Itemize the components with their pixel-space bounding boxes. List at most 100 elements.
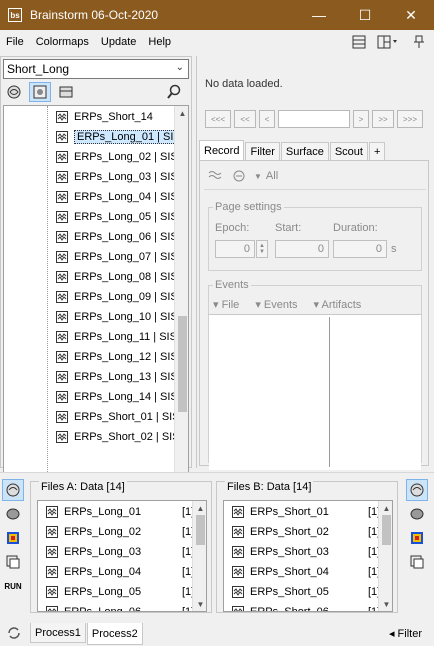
epoch-spinner[interactable]: ▲ ▼ (256, 240, 268, 258)
nav-next-button[interactable]: > (353, 110, 369, 128)
file-list-item[interactable]: ERPs_Long_06 [1] (46, 603, 204, 611)
tree-item[interactable]: ERPs_Long_02 | SIS (56, 148, 178, 166)
events-menu-file[interactable]: ▾ File (213, 298, 247, 311)
tab-surface[interactable]: Surface (280, 142, 329, 160)
matrix-filter-icon[interactable] (2, 551, 24, 573)
file-list-item[interactable]: ERPs_Short_02 [1] (232, 523, 390, 541)
menu-help[interactable]: Help (142, 36, 177, 48)
tree-item-label: ERPs_Long_09 | SIS (74, 291, 178, 303)
file-list-item[interactable]: ERPs_Short_03 [1] (232, 543, 390, 561)
montage-selection[interactable]: All (266, 170, 278, 182)
scroll-thumb[interactable] (178, 316, 187, 412)
menu-file[interactable]: File (0, 36, 30, 48)
database-tree: ERPs_Short_14 ERPs_Long_01 | SIS ERPs_Long… (3, 105, 189, 505)
minimize-button[interactable]: — (296, 0, 342, 30)
file-list-item[interactable]: ERPs_Short_04 [1] (232, 563, 390, 581)
data-filter-icon[interactable] (2, 479, 24, 501)
subject-view-icon[interactable] (29, 82, 51, 102)
montage-dropdown-arrow-icon[interactable]: ▼ (254, 172, 262, 181)
filter-button[interactable]: ◂ Filter (389, 627, 422, 640)
duration-field[interactable]: 0 (333, 240, 387, 258)
tree-item[interactable]: ERPs_Long_05 | SIS (56, 208, 178, 226)
tree-item[interactable]: ERPs_Short_01 | SIS (56, 408, 180, 426)
timefreq-filter-icon[interactable] (2, 527, 24, 549)
events-menu-bar: ▾ File ▾ Events ▾ Artifacts (213, 296, 377, 312)
close-button[interactable]: ✕ (388, 0, 434, 30)
montage-icon[interactable] (230, 168, 248, 184)
view-toolbar (3, 81, 189, 103)
waves-icon[interactable] (206, 168, 224, 184)
sources-filter-b-icon[interactable] (406, 503, 428, 525)
layout-manager-icon[interactable] (348, 33, 370, 51)
search-icon[interactable] (163, 82, 185, 102)
tree-item[interactable]: ERPs_Long_07 | SIS (56, 248, 178, 266)
tree-item[interactable]: ERPs_Short_14 (56, 108, 153, 126)
tree-item[interactable]: ERPs_Long_03 | SIS (56, 168, 178, 186)
events-menu-events[interactable]: ▾ Events (255, 298, 305, 311)
files-b-scrollbar[interactable]: ▲ ▼ (378, 501, 392, 611)
record-panel: No data loaded. <<< << < > >> >>> Record… (196, 56, 432, 470)
nav-prev-page-button[interactable]: << (234, 110, 256, 128)
file-list-item[interactable]: ERPs_Long_03 [1] (46, 543, 204, 561)
file-name: ERPs_Long_05 (64, 586, 142, 598)
tab-add[interactable]: + (368, 142, 386, 160)
events-list[interactable] (209, 314, 421, 470)
tree-item[interactable]: ERPs_Long_14 | SIS (56, 388, 178, 406)
file-list-item[interactable]: ERPs_Short_06 [1] (232, 603, 390, 611)
reload-icon[interactable] (4, 623, 24, 643)
file-list-item[interactable]: ERPs_Long_05 [1] (46, 583, 204, 601)
file-list-item[interactable]: ERPs_Short_01 [1] (232, 503, 390, 521)
pin-icon[interactable] (408, 33, 430, 51)
tree-item[interactable]: ERPs_Long_10 | SIS (56, 308, 178, 326)
tree-item[interactable]: ERPs_Long_08 | SIS (56, 268, 178, 286)
nav-last-button[interactable]: >>> (397, 110, 423, 128)
tab-filter[interactable]: Filter (245, 142, 280, 160)
tree-item[interactable]: ERPs_Long_04 | SIS (56, 188, 178, 206)
tab-scout[interactable]: Scout (329, 142, 368, 160)
nav-prev-button[interactable]: < (259, 110, 275, 128)
data-filter-b-icon[interactable] (406, 479, 428, 501)
tree-item[interactable]: ERPs_Long_12 | SIS (56, 348, 178, 366)
menu-colormaps[interactable]: Colormaps (30, 36, 95, 48)
timefreq-filter-b-icon[interactable] (406, 527, 428, 549)
tab-record[interactable]: Record (199, 140, 245, 160)
scroll-up-icon[interactable]: ▲ (193, 501, 206, 515)
epoch-field[interactable]: 0 (215, 240, 255, 258)
tree-item[interactable]: ERPs_Short_02 | SIS (56, 428, 180, 446)
tree-item[interactable]: ERPs_Long_11 | SIS (56, 328, 177, 346)
current-time-field[interactable] (278, 110, 350, 128)
protocol-dropdown[interactable]: Short_Long ⌄ (3, 59, 189, 79)
tree-item[interactable]: ERPs_Long_09 | SIS (56, 288, 178, 306)
file-list-item[interactable]: ERPs_Short_05 [1] (232, 583, 390, 601)
nav-first-button[interactable]: <<< (205, 110, 231, 128)
events-menu-artifacts[interactable]: ▾ Artifacts (314, 298, 370, 311)
scroll-thumb[interactable] (382, 515, 391, 545)
scroll-up-icon[interactable]: ▲ (379, 501, 392, 515)
tree-vertical-scrollbar[interactable]: ▲ ▼ (174, 106, 188, 504)
menu-update[interactable]: Update (95, 36, 142, 48)
scroll-up-icon[interactable]: ▲ (175, 106, 188, 120)
files-b-box: Files B: Data [14] ERPs_Short_01 [1] ERPs_… (216, 481, 398, 613)
file-list-item[interactable]: ERPs_Long_04 [1] (46, 563, 204, 581)
tab-process2[interactable]: Process2 (86, 623, 143, 645)
tree-item[interactable]: ERPs_Long_01 | SIS (56, 128, 184, 146)
scroll-thumb[interactable] (196, 515, 205, 545)
maximize-button[interactable]: ☐ (342, 0, 388, 30)
scroll-down-icon[interactable]: ▼ (379, 597, 392, 611)
run-button[interactable]: RUN (2, 575, 24, 597)
database-explorer-panel: Short_Long ⌄ ERPs_Short_14 ERPs_Long_01 |… (0, 56, 192, 523)
tab-process1[interactable]: Process1 (30, 623, 86, 643)
file-list-item[interactable]: ERPs_Long_01 [1] (46, 503, 204, 521)
file-list-item[interactable]: ERPs_Long_02 [1] (46, 523, 204, 541)
sources-filter-icon[interactable] (2, 503, 24, 525)
functional-view-icon[interactable] (3, 82, 25, 102)
scroll-down-icon[interactable]: ▼ (193, 597, 206, 611)
tree-item[interactable]: ERPs_Long_06 | SIS (56, 228, 178, 246)
files-a-scrollbar[interactable]: ▲ ▼ (192, 501, 206, 611)
window-layout-dropdown-icon[interactable] (374, 33, 404, 51)
condition-view-icon[interactable] (55, 82, 77, 102)
matrix-filter-b-icon[interactable] (406, 551, 428, 573)
tree-item[interactable]: ERPs_Long_13 | SIS (56, 368, 178, 386)
start-field[interactable]: 0 (275, 240, 329, 258)
nav-next-page-button[interactable]: >> (372, 110, 394, 128)
